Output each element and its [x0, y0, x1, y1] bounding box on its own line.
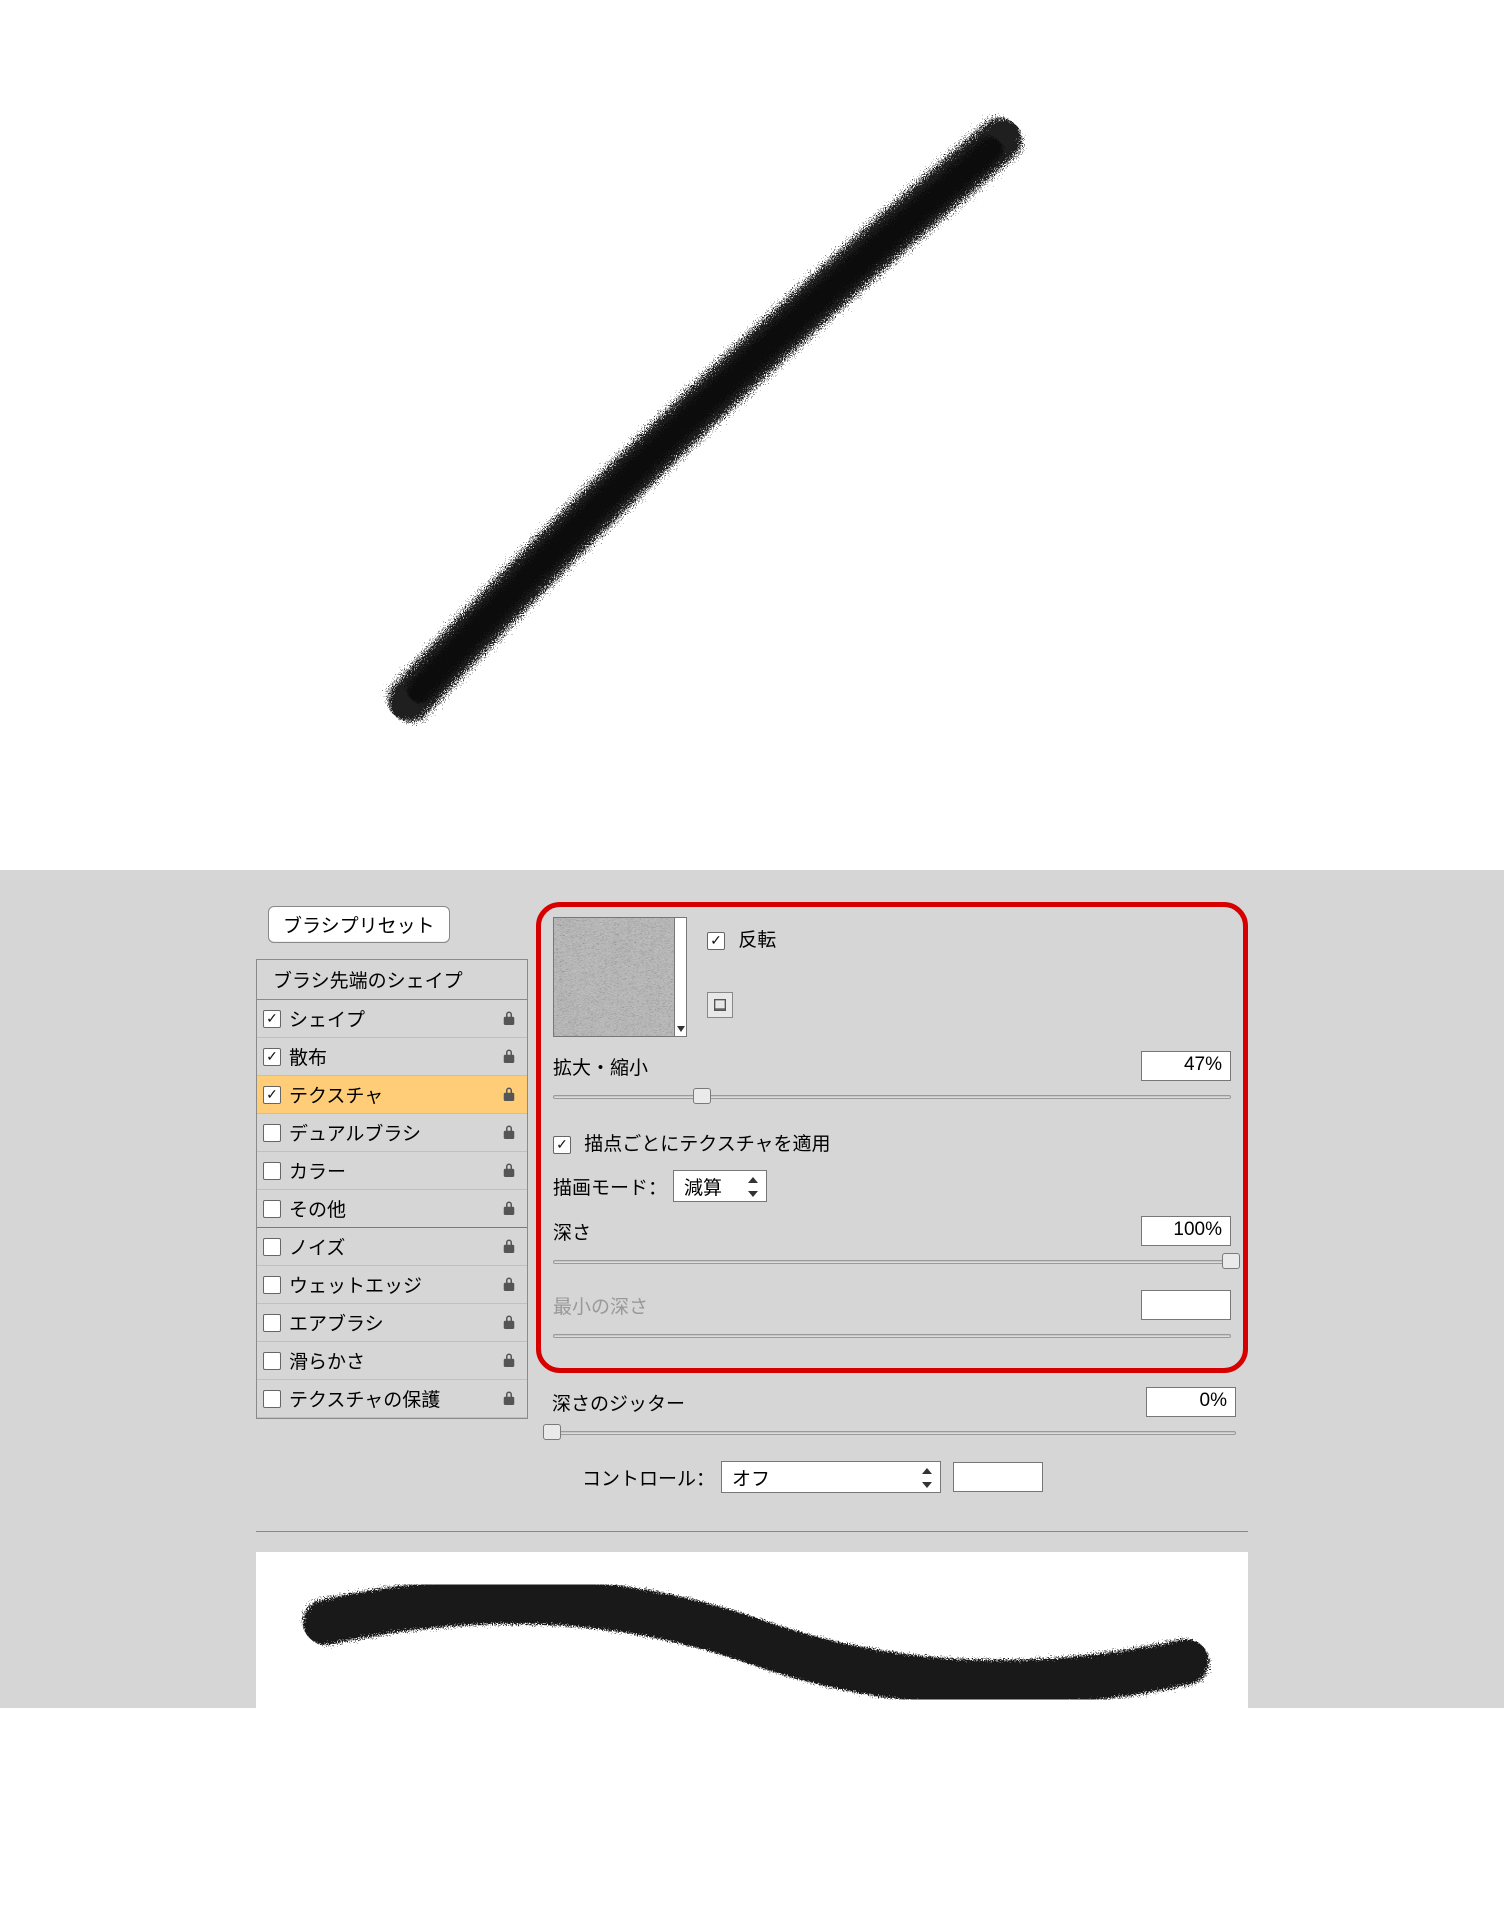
checkbox-apply-per-tip[interactable]: ✓	[553, 1136, 571, 1154]
depth-jitter-label: 深さのジッター	[552, 1389, 1146, 1416]
scale-value-input[interactable]: 47%	[1141, 1051, 1231, 1081]
option-scatter[interactable]: ✓ 散布	[257, 1038, 527, 1076]
option-label: その他	[289, 1195, 499, 1222]
updown-arrows-icon	[746, 1175, 760, 1199]
texture-swatch-row: ✓ 反転	[553, 917, 1231, 1037]
checkbox-color[interactable]	[263, 1162, 281, 1180]
min-depth-label: 最小の深さ	[553, 1292, 1141, 1319]
checkbox-invert[interactable]: ✓	[707, 932, 725, 950]
control-label: コントロール：	[582, 1464, 715, 1491]
option-label: テクスチャの保護	[289, 1385, 499, 1412]
control-dropdown[interactable]: オフ	[721, 1461, 941, 1493]
lock-icon[interactable]	[499, 1276, 519, 1294]
scale-row: 拡大・縮小 47%	[553, 1051, 1231, 1081]
top-brush-stroke-area	[0, 0, 1504, 870]
updown-arrows-icon	[920, 1466, 934, 1490]
option-shape[interactable]: ✓ シェイプ	[257, 1000, 527, 1038]
min-depth-row: 最小の深さ	[553, 1290, 1231, 1320]
option-other[interactable]: その他	[257, 1190, 527, 1228]
option-label: エアブラシ	[289, 1309, 499, 1336]
option-smoothing[interactable]: 滑らかさ	[257, 1342, 527, 1380]
brush-preview-box	[256, 1552, 1248, 1708]
option-dual-brush[interactable]: デュアルブラシ	[257, 1114, 527, 1152]
invert-row: ✓ 反転	[707, 925, 776, 952]
lock-icon[interactable]	[499, 1048, 519, 1066]
lock-icon[interactable]	[499, 1162, 519, 1180]
depth-label: 深さ	[553, 1218, 1141, 1245]
texture-settings-column: ✓ 反転 拡大・縮小 47% ✓ 描点ごとにテクスチャを適用	[540, 902, 1248, 1511]
left-column: ブラシプリセット ブラシ先端のシェイプ ✓ シェイプ ✓ 散布 ✓ テクスチャ	[256, 906, 528, 1419]
jitter-section: 深さのジッター 0% コントロール： オフ	[540, 1387, 1248, 1511]
scale-slider[interactable]	[553, 1091, 1231, 1111]
lock-icon[interactable]	[499, 1314, 519, 1332]
control-row: コントロール： オフ	[582, 1461, 1236, 1493]
depth-jitter-row: 深さのジッター 0%	[552, 1387, 1236, 1417]
option-wet-edges[interactable]: ウェットエッジ	[257, 1266, 527, 1304]
texture-picker-dropdown[interactable]	[675, 917, 687, 1037]
checkbox-dual-brush[interactable]	[263, 1124, 281, 1142]
brush-preview-area	[256, 1531, 1248, 1708]
min-depth-value-input[interactable]	[1141, 1290, 1231, 1320]
option-label: 散布	[289, 1043, 499, 1070]
option-label: 滑らかさ	[289, 1347, 499, 1374]
option-label: ウェットエッジ	[289, 1271, 499, 1298]
checkbox-other[interactable]	[263, 1200, 281, 1218]
depth-slider[interactable]	[553, 1256, 1231, 1276]
checkbox-shape[interactable]: ✓	[263, 1010, 281, 1028]
brush-tip-shape-header[interactable]: ブラシ先端のシェイプ	[257, 960, 527, 1000]
option-noise[interactable]: ノイズ	[257, 1228, 527, 1266]
blend-mode-dropdown[interactable]: 減算	[673, 1170, 767, 1202]
lock-icon[interactable]	[499, 1086, 519, 1104]
checkbox-smoothing[interactable]	[263, 1352, 281, 1370]
highlighted-texture-settings: ✓ 反転 拡大・縮小 47% ✓ 描点ごとにテクスチャを適用	[536, 902, 1248, 1373]
texture-swatch[interactable]	[553, 917, 675, 1037]
checkbox-airbrush[interactable]	[263, 1314, 281, 1332]
checkbox-protect-texture[interactable]	[263, 1390, 281, 1408]
option-label: テクスチャ	[289, 1081, 499, 1108]
texture-side-controls: ✓ 反転	[707, 917, 776, 1019]
option-airbrush[interactable]: エアブラシ	[257, 1304, 527, 1342]
option-label: デュアルブラシ	[289, 1119, 499, 1146]
checkbox-scatter[interactable]: ✓	[263, 1048, 281, 1066]
option-label: ノイズ	[289, 1233, 499, 1260]
brush-preset-button[interactable]: ブラシプリセット	[268, 906, 450, 943]
lock-icon[interactable]	[499, 1238, 519, 1256]
lock-icon[interactable]	[499, 1200, 519, 1218]
checkbox-texture[interactable]: ✓	[263, 1086, 281, 1104]
option-texture[interactable]: ✓ テクスチャ	[257, 1076, 527, 1114]
scale-label: 拡大・縮小	[553, 1053, 1141, 1080]
depth-jitter-value-input[interactable]: 0%	[1146, 1387, 1236, 1417]
new-preset-icon[interactable]	[707, 992, 733, 1018]
checkbox-wet-edges[interactable]	[263, 1276, 281, 1294]
min-depth-slider	[553, 1330, 1231, 1350]
depth-row: 深さ 100%	[553, 1216, 1231, 1246]
depth-jitter-slider[interactable]	[552, 1427, 1236, 1447]
checkbox-noise[interactable]	[263, 1238, 281, 1256]
option-color[interactable]: カラー	[257, 1152, 527, 1190]
blend-mode-row: 描画モード： 減算	[553, 1170, 1231, 1202]
depth-value-input[interactable]: 100%	[1141, 1216, 1231, 1246]
control-extra-input[interactable]	[953, 1462, 1043, 1492]
apply-per-tip-label: 描点ごとにテクスチャを適用	[584, 1134, 830, 1155]
lock-icon[interactable]	[499, 1390, 519, 1408]
brush-options-list: ブラシ先端のシェイプ ✓ シェイプ ✓ 散布 ✓ テクスチャ デュアルブラシ	[256, 959, 528, 1419]
lock-icon[interactable]	[499, 1352, 519, 1370]
lock-icon[interactable]	[499, 1124, 519, 1142]
option-label: カラー	[289, 1157, 499, 1184]
invert-label: 反転	[738, 930, 776, 951]
brush-settings-panel: ブラシプリセット ブラシ先端のシェイプ ✓ シェイプ ✓ 散布 ✓ テクスチャ	[0, 870, 1504, 1708]
brush-stroke-preview-top	[0, 0, 1504, 870]
control-value: オフ	[732, 1464, 804, 1491]
blend-mode-label: 描画モード：	[553, 1173, 667, 1200]
option-protect-texture[interactable]: テクスチャの保護	[257, 1380, 527, 1418]
option-label: シェイプ	[289, 1005, 499, 1032]
lock-icon[interactable]	[499, 1010, 519, 1028]
apply-per-tip-row: ✓ 描点ごとにテクスチャを適用	[553, 1129, 1231, 1156]
